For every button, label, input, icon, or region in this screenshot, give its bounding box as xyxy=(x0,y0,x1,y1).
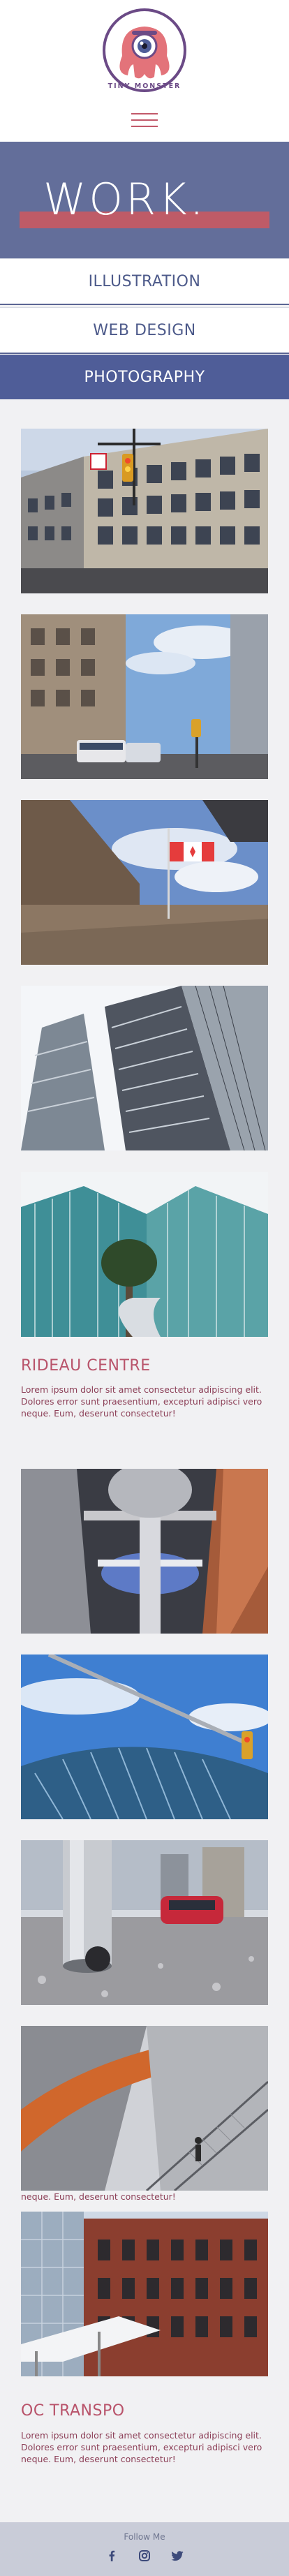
instagram-icon[interactable] xyxy=(138,2549,151,2563)
photo-glass-towers[interactable] xyxy=(21,986,268,1150)
tab-web-design[interactable]: WEB DESIGN xyxy=(0,307,289,354)
page-title: WORK. xyxy=(43,174,207,225)
facebook-icon[interactable] xyxy=(105,2549,119,2563)
project-description-oc-transpo: Lorem ipsum dolor sit amet consectetur a… xyxy=(21,2430,262,2464)
tab-illustration[interactable]: ILLUSTRATION xyxy=(0,258,289,305)
photo-street-buses[interactable] xyxy=(21,614,268,779)
photo-interior-structure[interactable] xyxy=(21,1469,268,1634)
project-description-fragment: neque. Eum, deserunt consectetur! xyxy=(21,2191,176,2202)
photo-rideau-centre[interactable] xyxy=(21,1172,268,1337)
follow-label: Follow Me xyxy=(124,2532,165,2542)
photo-oc-transpo[interactable] xyxy=(21,2212,268,2376)
project-description-rideau-centre: Lorem ipsum dolor sit amet consectetur a… xyxy=(21,1384,262,1419)
photo-escalator[interactable] xyxy=(21,2026,268,2191)
photo-canadian-flag[interactable] xyxy=(21,800,268,965)
tab-photography[interactable]: PHOTOGRAPHY xyxy=(0,355,289,399)
photo-bollard-street[interactable] xyxy=(21,1840,268,2005)
site-header: TINY MONSTER xyxy=(0,0,289,142)
photo-glass-dome[interactable] xyxy=(21,1655,268,1819)
project-title-rideau-centre: RIDEAU CENTRE xyxy=(21,1357,151,1375)
photo-street-building[interactable] xyxy=(21,429,268,593)
site-footer: Follow Me xyxy=(0,2522,289,2576)
twitter-icon[interactable] xyxy=(170,2549,184,2563)
brand-name: TINY MONSTER xyxy=(108,82,181,90)
tiny-monster-logo[interactable] xyxy=(101,7,188,94)
hamburger-menu-icon[interactable] xyxy=(131,112,158,128)
project-title-oc-transpo: OC TRANSPO xyxy=(21,2402,125,2420)
hero-banner: WORK. xyxy=(0,142,289,258)
